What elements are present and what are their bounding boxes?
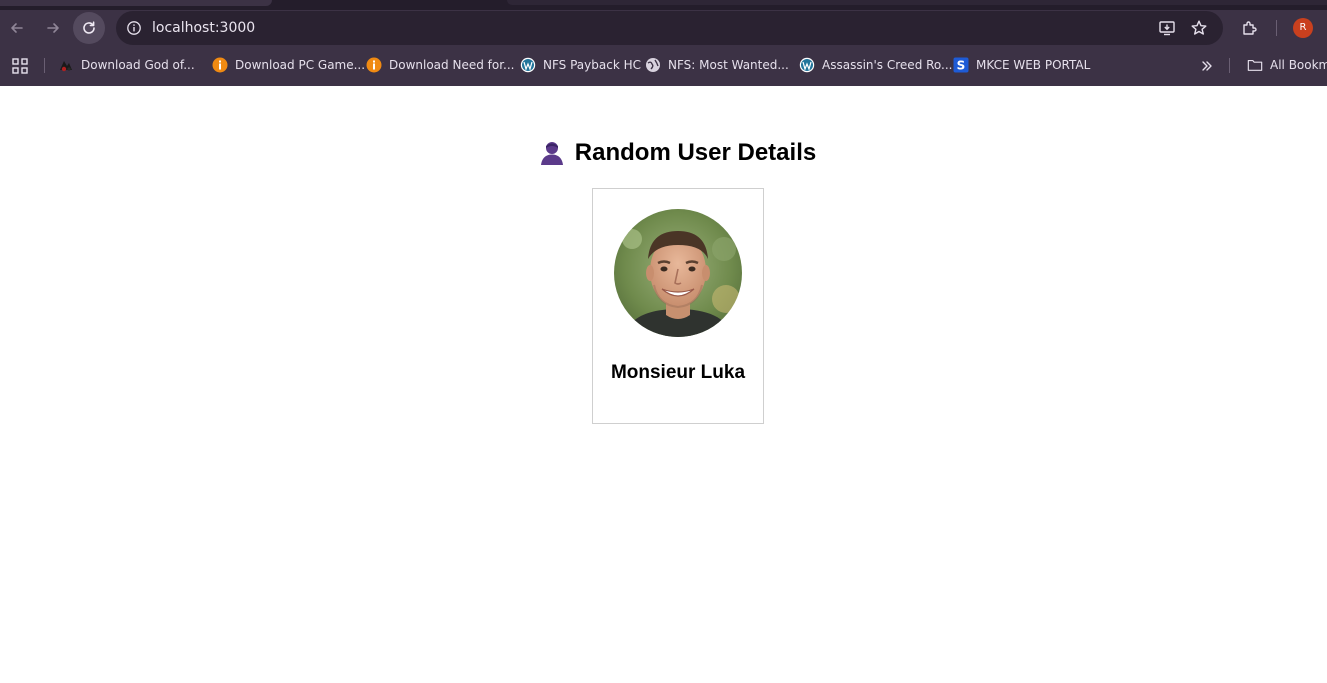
wordpress-favicon-icon bbox=[520, 57, 536, 73]
extensions-icon[interactable] bbox=[1240, 18, 1260, 38]
bookmark-item[interactable]: Download Need for... bbox=[366, 54, 514, 76]
forward-arrow-icon bbox=[47, 23, 59, 33]
bookmark-label: Download God of... bbox=[81, 58, 195, 72]
page-heading: Random User Details bbox=[0, 138, 1327, 174]
globe-favicon-icon bbox=[645, 57, 661, 73]
reload-button[interactable] bbox=[73, 12, 105, 44]
toolbar-divider bbox=[1276, 20, 1277, 36]
folder-icon bbox=[1247, 57, 1263, 73]
page-content: Random User Details Monsieur Luka bbox=[0, 86, 1327, 683]
bookmarks-divider bbox=[1229, 58, 1230, 73]
toolbar: localhost:3000 R bbox=[0, 10, 1327, 46]
back-arrow-icon bbox=[11, 23, 23, 33]
inactive-tab[interactable] bbox=[507, 0, 1327, 5]
bookmarks-divider bbox=[44, 58, 45, 73]
profile-avatar[interactable]: R bbox=[1293, 18, 1313, 38]
bookmark-label: NFS Payback HC bbox=[543, 58, 641, 72]
profile-photo bbox=[614, 209, 742, 337]
game-favicon-icon bbox=[58, 57, 74, 73]
bookmark-star-icon[interactable] bbox=[1189, 18, 1209, 38]
all-bookmarks-label: All Bookmarks bbox=[1270, 58, 1327, 72]
url-text[interactable]: localhost:3000 bbox=[152, 11, 255, 45]
reload-icon bbox=[83, 21, 95, 34]
svg-text:S: S bbox=[957, 59, 966, 73]
orange-info-favicon-icon bbox=[212, 57, 228, 73]
forward-button[interactable] bbox=[37, 12, 69, 44]
install-app-icon[interactable] bbox=[1157, 18, 1177, 38]
bookmark-item[interactable]: Download God of... bbox=[58, 54, 195, 76]
bookmark-label: NFS: Most Wanted... bbox=[668, 58, 789, 72]
bookmark-label: Download Need for... bbox=[389, 58, 515, 72]
bookmarks-bar: Download God of... Download PC Game... D… bbox=[0, 48, 1327, 82]
bookmark-item[interactable]: NFS Payback HC bbox=[520, 54, 641, 76]
bookmark-label: Download PC Game... bbox=[235, 58, 366, 72]
s-favicon-icon: S bbox=[953, 57, 969, 73]
orange-info-favicon-icon bbox=[366, 57, 382, 73]
bookmark-item[interactable]: Download PC Game... bbox=[212, 54, 365, 76]
active-tab[interactable] bbox=[0, 0, 272, 6]
all-bookmarks-button[interactable]: All Bookmarks bbox=[1247, 54, 1327, 76]
browser-chrome: localhost:3000 R Download God of... Down… bbox=[0, 0, 1327, 86]
user-card: Monsieur Luka bbox=[592, 188, 764, 424]
bookmark-label: MKCE WEB PORTAL bbox=[976, 58, 1091, 72]
bookmark-item[interactable]: S MKCE WEB PORTAL bbox=[953, 54, 1090, 76]
bookmark-item[interactable]: Assassin's Creed Ro... bbox=[799, 54, 953, 76]
site-info-icon[interactable] bbox=[122, 16, 146, 40]
user-silhouette-icon bbox=[539, 140, 565, 166]
wordpress-favicon-icon bbox=[799, 57, 815, 73]
tab-strip bbox=[0, 0, 1327, 10]
user-name: Monsieur Luka bbox=[610, 362, 746, 383]
more-bookmarks-chevron-icon[interactable] bbox=[1198, 57, 1216, 75]
bookmark-item[interactable]: NFS: Most Wanted... bbox=[645, 54, 789, 76]
page-title: Random User Details bbox=[574, 139, 817, 166]
address-bar[interactable]: localhost:3000 bbox=[116, 11, 1223, 45]
apps-grid-icon[interactable] bbox=[11, 57, 29, 75]
bookmark-label: Assassin's Creed Ro... bbox=[822, 58, 953, 72]
back-button[interactable] bbox=[1, 12, 33, 44]
